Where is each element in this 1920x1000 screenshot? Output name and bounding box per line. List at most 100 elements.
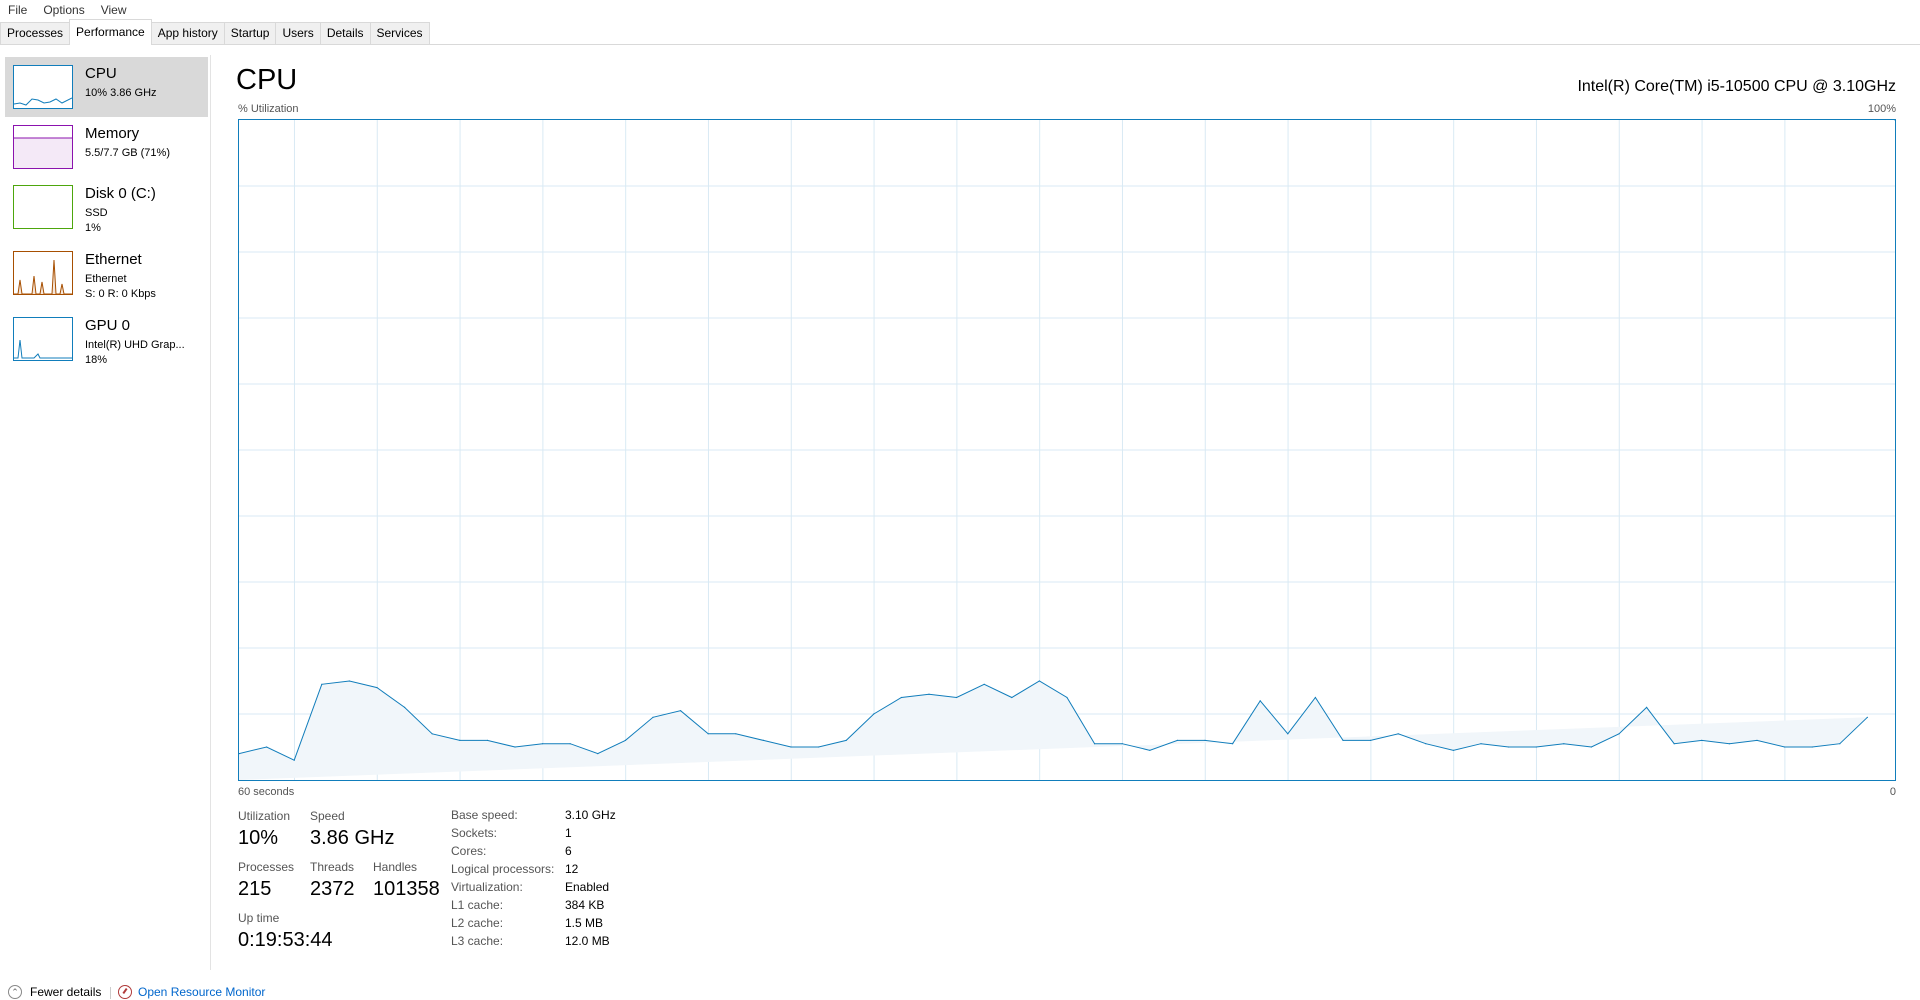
cpu-data-point [1038, 680, 1040, 682]
cpu-data-point [1646, 706, 1648, 709]
spec-value-virtualization: Enabled [565, 880, 610, 894]
tab-startup[interactable]: Startup [223, 22, 277, 44]
cpu-data-point [1370, 739, 1372, 742]
spec-value-l1-cache: 384 KB [565, 898, 605, 912]
cpu-data-point [928, 693, 930, 695]
cpu-data-point [1866, 716, 1868, 718]
cpu-data-point [597, 753, 599, 755]
cpu-data-point [1204, 739, 1206, 742]
cpu-data-point [983, 683, 985, 685]
cpu-data-point [818, 746, 820, 748]
cpu-model-name: Intel(R) Core(TM) i5-10500 CPU @ 3.10GHz [1577, 78, 1896, 95]
sidebar-cpu-sub: 10% 3.86 GHz [85, 87, 157, 99]
fewer-details-button[interactable]: ⌃ Fewer details [8, 985, 101, 999]
cpu-data-point [1563, 743, 1565, 745]
ethernet-thumbnail-graph [13, 251, 73, 295]
sidebar-cpu-title: CPU [85, 65, 117, 82]
cpu-data-point [542, 743, 544, 745]
cpu-data-point [1535, 746, 1537, 748]
cpu-data-point [1452, 749, 1454, 751]
cpu-data-point [956, 696, 958, 699]
uptime-value: 0:19:53:44 [238, 929, 333, 951]
sidebar-item-cpu[interactable]: CPU 10% 3.86 GHz [5, 57, 208, 117]
cpu-data-point [900, 696, 903, 699]
cpu-data-point [762, 739, 765, 742]
resource-sidebar: CPU 10% 3.86 GHz Memory 5.5/7.7 GB (71%)… [0, 55, 211, 970]
cpu-data-point [1811, 746, 1813, 748]
spec-label-base-speed: Base speed: [451, 808, 518, 822]
cpu-data-point [348, 680, 350, 682]
gpu-thumbnail-graph [13, 317, 73, 361]
sidebar-item-gpu[interactable]: GPU 0 Intel(R) UHD Grap... 18% [5, 309, 208, 369]
cpu-thumbnail-graph [13, 65, 73, 109]
cpu-data-point [376, 687, 378, 689]
tab-users[interactable]: Users [275, 22, 321, 44]
cpu-data-point [431, 733, 433, 735]
menu-file[interactable]: File [0, 3, 35, 17]
spec-label-virtualization: Virtualization: [451, 880, 523, 894]
cpu-data-point [790, 746, 792, 748]
sidebar-item-disk[interactable]: Disk 0 (C:) SSD 1% [5, 177, 208, 237]
processes-value: 215 [238, 878, 272, 900]
sidebar-item-ethernet[interactable]: Ethernet Ethernet S: 0 R: 0 Kbps [5, 243, 208, 303]
footer-bar: ⌃ Fewer details Open Resource Monitor [0, 985, 1920, 1000]
sidebar-disk-sub: SSD [85, 207, 108, 219]
memory-thumbnail-graph [13, 125, 73, 169]
cpu-data-point [707, 733, 709, 735]
cpu-data-point [1894, 120, 1895, 121]
cpu-data-point [1728, 743, 1730, 745]
cpu-data-point [680, 710, 682, 712]
threads-label: Threads [310, 860, 355, 874]
page-title: CPU [236, 64, 298, 96]
spec-value-sockets: 1 [565, 826, 572, 840]
sidebar-gpu-title: GPU 0 [85, 317, 131, 334]
tab-details[interactable]: Details [319, 22, 371, 44]
spec-label-l3-cache: L3 cache: [451, 934, 504, 948]
cpu-data-point [459, 739, 461, 742]
cpu-data-point [1508, 746, 1510, 748]
cpu-data-point [321, 683, 323, 685]
cpu-data-point [1259, 700, 1261, 702]
chevron-up-icon: ⌃ [8, 985, 22, 999]
footer-divider [110, 987, 111, 999]
cpu-data-point [624, 739, 626, 742]
cpu-utilization-graph [238, 119, 1896, 781]
cpu-data-point [266, 746, 268, 748]
cpu-data-point [1314, 696, 1316, 699]
y-axis-label: % Utilization [238, 103, 299, 115]
cpu-data-point [1784, 746, 1786, 748]
cpu-data-point [1121, 743, 1123, 745]
sidebar-item-memory[interactable]: Memory 5.5/7.7 GB (71%) [5, 117, 208, 177]
sidebar-ethernet-sub2: S: 0 R: 0 Kbps [85, 288, 156, 300]
sidebar-gpu-sub2: 18% [85, 354, 108, 366]
cpu-data-point [1287, 733, 1289, 735]
cpu-data-point [1425, 743, 1427, 745]
x-axis-right-label: 0 [1889, 786, 1896, 798]
menu-options[interactable]: Options [35, 3, 92, 17]
spec-label-cores: Cores: [451, 844, 487, 858]
cpu-data-point [514, 746, 516, 748]
fewer-details-label: Fewer details [30, 985, 102, 999]
cpu-data-point [293, 759, 295, 761]
tab-services[interactable]: Services [369, 22, 430, 44]
sidebar-disk-title: Disk 0 (C:) [85, 185, 156, 202]
cpu-data-point [735, 733, 737, 735]
open-resource-monitor-label: Open Resource Monitor [138, 985, 266, 999]
menu-bar: File Options View [0, 0, 1920, 20]
y-axis-max-label: 100% [1867, 103, 1896, 115]
cpu-data-point [1066, 696, 1068, 699]
tab-app-history[interactable]: App history [150, 22, 225, 44]
cpu-data-point [404, 706, 406, 709]
tab-processes[interactable]: Processes [0, 22, 71, 44]
menu-view[interactable]: View [93, 3, 135, 17]
cpu-data-point [1701, 739, 1703, 742]
cpu-data-point [1618, 733, 1620, 735]
open-resource-monitor-link[interactable]: Open Resource Monitor [118, 985, 265, 999]
tab-performance[interactable]: Performance [69, 19, 152, 45]
speed-label: Speed [310, 809, 345, 823]
spec-value-base-speed: 3.10 GHz [565, 808, 616, 822]
cpu-data-point [1176, 739, 1178, 742]
cpu-data-point [1397, 733, 1399, 735]
disk-thumbnail-graph [13, 185, 73, 229]
speed-value: 3.86 GHz [310, 827, 395, 849]
